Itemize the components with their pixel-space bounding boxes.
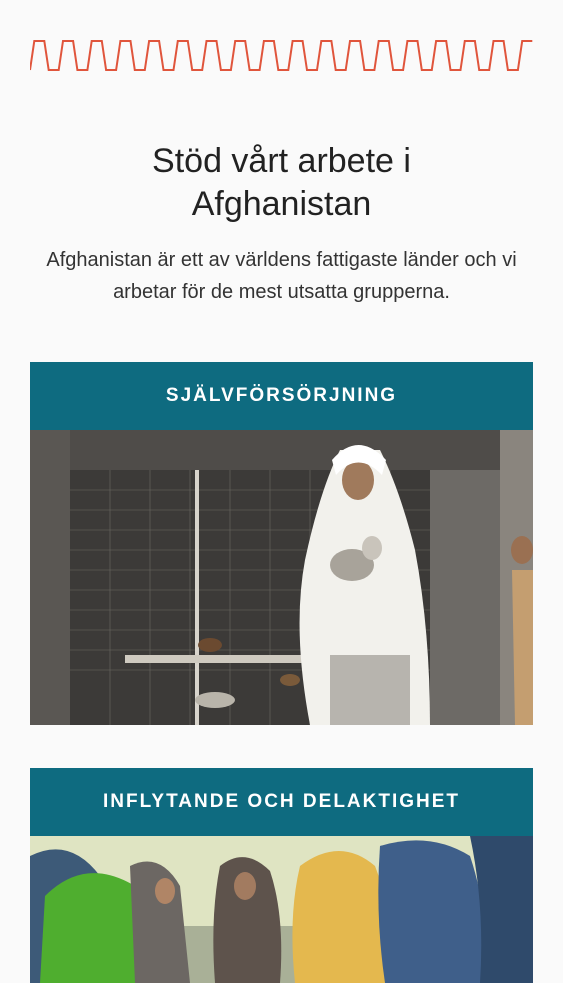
- card-self-sufficiency[interactable]: SJÄLVFÖRSÖRJNING: [30, 362, 533, 725]
- title-line-2: Afghanistan: [191, 185, 372, 223]
- title-line-1: Stöd vårt arbete i: [152, 142, 411, 180]
- page: Stöd vårt arbete i Afghanistan Afghanist…: [0, 0, 563, 983]
- page-title: Stöd vårt arbete i Afghanistan: [0, 140, 563, 226]
- decorative-zigzag-divider: [30, 40, 533, 71]
- card-title: INFLYTANDE OCH DELAKTIGHET: [102, 791, 461, 812]
- women-meeting-photo[interactable]: [30, 836, 533, 983]
- card-title: SJÄLVFÖRSÖRJNING: [165, 385, 398, 406]
- card-header[interactable]: SJÄLVFÖRSÖRJNING: [30, 362, 533, 430]
- intro-text: Afghanistan är ett av världens fattigast…: [46, 249, 517, 303]
- card-header[interactable]: INFLYTANDE OCH DELAKTIGHET: [30, 768, 533, 836]
- card-influence-participation[interactable]: INFLYTANDE OCH DELAKTIGHET: [30, 768, 533, 983]
- woman-holding-chicken-photo[interactable]: [30, 430, 533, 725]
